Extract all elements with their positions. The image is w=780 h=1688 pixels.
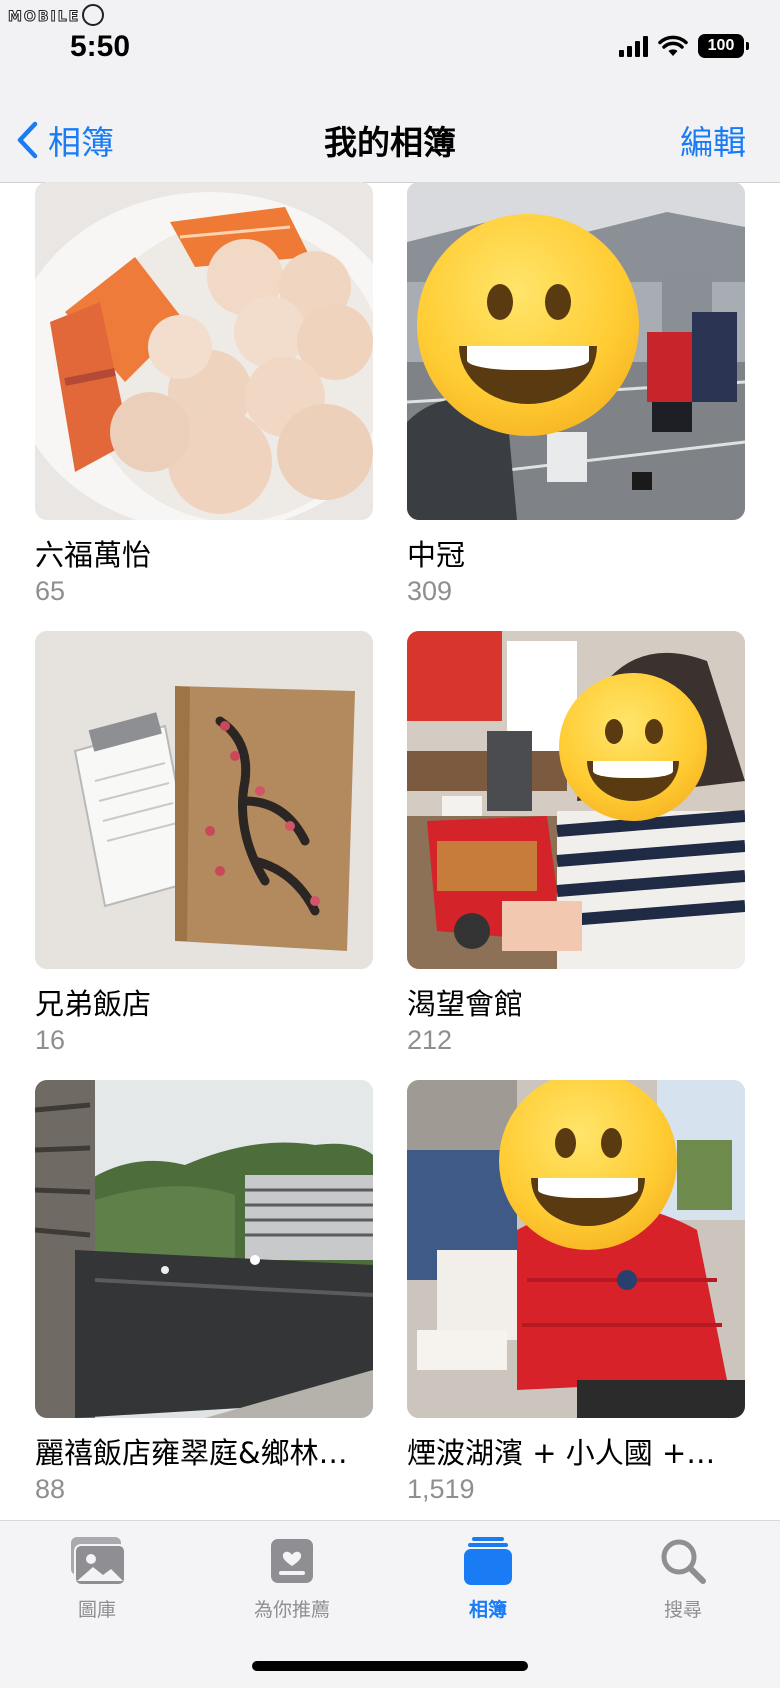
album-count: 212 xyxy=(407,1025,453,1055)
album-count: 309 xyxy=(407,576,453,606)
status-icons: 100 xyxy=(619,34,749,58)
tab-library[interactable]: 圖庫 xyxy=(32,1535,162,1622)
album-title: 六福萬怡 xyxy=(35,538,152,572)
tab-label: 為你推薦 xyxy=(253,1599,330,1621)
battery-icon: 100 xyxy=(698,34,749,58)
album-thumbnail xyxy=(407,631,745,969)
wifi-icon xyxy=(658,35,688,56)
album-title: 中冠 xyxy=(407,538,466,572)
watermark-logo: MOBILE xyxy=(7,4,105,28)
tab-label: 相簿 xyxy=(468,1599,507,1621)
album-title: 煙波湖濱 + 小人國 +… xyxy=(407,1436,716,1470)
album-item[interactable]: 中冠 309 xyxy=(407,182,745,607)
album-title: 兄弟飯店 xyxy=(35,987,152,1021)
status-bar: MOBILE 5:50 100 xyxy=(0,0,780,80)
edit-button[interactable]: 編輯 xyxy=(680,116,746,164)
album-grid: 六福萬怡 65 中冠 309 兄弟飯店 16 渴望會館 212 麗禧飯店雍翠庭&… xyxy=(0,182,780,1520)
album-thumbnail xyxy=(35,182,373,520)
album-item[interactable]: 兄弟飯店 16 xyxy=(35,631,373,1056)
album-thumbnail xyxy=(407,1080,745,1418)
home-indicator[interactable] xyxy=(252,1661,528,1671)
search-icon xyxy=(653,1535,713,1587)
tab-search[interactable]: 搜尋 xyxy=(618,1535,748,1622)
smiley-emoji-icon xyxy=(559,673,707,821)
tab-label: 搜尋 xyxy=(663,1599,702,1621)
album-thumbnail xyxy=(35,1080,373,1418)
tab-albums[interactable]: 相簿 xyxy=(423,1535,553,1622)
albums-icon xyxy=(458,1535,518,1587)
album-count: 65 xyxy=(35,576,66,606)
smiley-emoji-icon xyxy=(417,214,639,436)
album-item[interactable]: 麗禧飯店雍翠庭&鄉林… 88 xyxy=(35,1080,373,1505)
album-count: 88 xyxy=(35,1474,66,1504)
tab-for-you[interactable]: 為你推薦 xyxy=(227,1535,357,1622)
photo-library-icon xyxy=(67,1535,127,1587)
album-item[interactable]: 煙波湖濱 + 小人國 +… 1,519 xyxy=(407,1080,745,1505)
album-thumbnail xyxy=(407,182,745,520)
for-you-icon xyxy=(262,1535,322,1587)
cellular-signal-icon xyxy=(619,35,648,57)
page-title: 我的相簿 xyxy=(324,123,456,162)
status-time: 5:50 xyxy=(70,30,131,63)
album-item[interactable]: 渴望會館 212 xyxy=(407,631,745,1056)
album-item[interactable]: 六福萬怡 65 xyxy=(35,182,373,607)
album-count: 1,519 xyxy=(407,1474,475,1504)
album-count: 16 xyxy=(35,1025,66,1055)
album-title: 麗禧飯店雍翠庭&鄉林… xyxy=(35,1436,348,1470)
tab-label: 圖庫 xyxy=(77,1599,116,1621)
album-thumbnail xyxy=(35,631,373,969)
navigation-bar: 相簿 我的相簿 編輯 xyxy=(0,80,780,183)
smiley-emoji-icon xyxy=(499,1080,677,1250)
album-title: 渴望會館 xyxy=(407,987,524,1021)
